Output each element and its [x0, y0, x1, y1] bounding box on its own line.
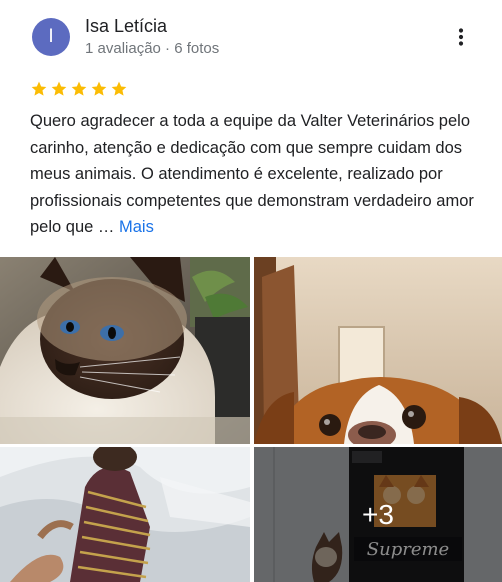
star-rating	[30, 80, 128, 98]
photo-siamese-cat[interactable]	[0, 257, 250, 444]
review-card: I Isa Letícia 1 avaliação · 6 fotos Quer…	[0, 0, 502, 582]
more-photos-count: +3	[362, 498, 394, 530]
star-icon	[31, 81, 47, 96]
review-text: Quero agradecer a toda a equipe da Valte…	[30, 108, 480, 241]
review-body: Quero agradecer a toda a equipe da Valte…	[30, 112, 474, 236]
star-icon	[71, 81, 87, 96]
avatar[interactable]: I	[32, 18, 70, 56]
read-more-link[interactable]: Mais	[119, 218, 154, 236]
reviewer-name[interactable]: Isa Letícia	[85, 16, 167, 36]
photo-cat-food-bag[interactable]: Supreme +3	[254, 447, 502, 582]
star-icon	[91, 81, 107, 96]
more-vert-icon	[458, 28, 464, 46]
photo-cat-striped-shirt[interactable]	[0, 447, 250, 582]
reviewer-meta: 1 avaliação · 6 fotos	[85, 40, 220, 57]
star-icon	[111, 81, 127, 96]
review-header: I Isa Letícia 1 avaliação · 6 fotos	[32, 16, 482, 58]
star-icon	[51, 81, 67, 96]
photo-beagle-dog[interactable]	[254, 257, 502, 444]
photo-grid: Supreme +3	[0, 257, 502, 582]
more-options-button[interactable]	[448, 24, 474, 50]
